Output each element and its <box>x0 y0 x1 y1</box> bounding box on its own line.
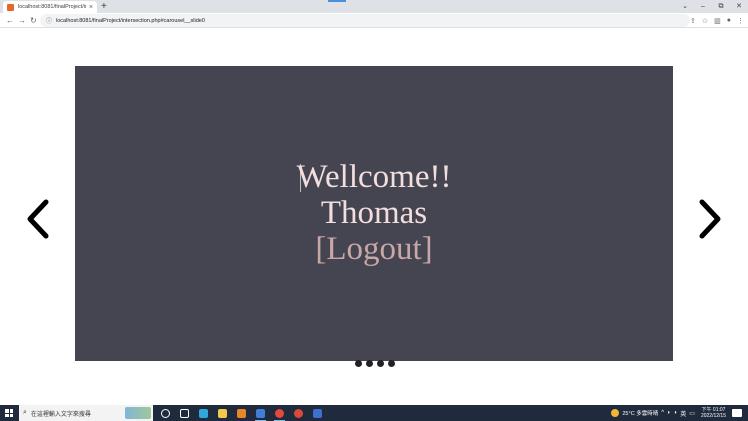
taskbar-file-explorer-icon[interactable] <box>213 405 232 421</box>
taskbar-task-view-icon[interactable] <box>175 405 194 421</box>
carousel-next-arrow-icon[interactable] <box>697 199 723 239</box>
taskbar-pinned-app-icon[interactable] <box>308 405 327 421</box>
system-tray: 25°C 多雲時晴 ^ ◗ ◖ 英 ▭ 下午 01:07 2022/12/15 <box>611 405 748 421</box>
taskbar-orange-app-icon[interactable] <box>232 405 251 421</box>
toolbar-actions: ⇪ ☆ ▥ ● ⋮ <box>690 13 744 28</box>
carousel-dot[interactable] <box>388 360 395 367</box>
restore-button[interactable]: ⧉ <box>712 0 730 13</box>
weather-text[interactable]: 25°C 多雲時晴 <box>622 409 658 417</box>
tab-title: localhost:8081/finalProject/int <box>18 4 86 10</box>
search-icon: ⌕ <box>23 409 27 416</box>
carousel-prev-arrow-icon[interactable] <box>25 199 51 239</box>
window-controls: ⌄ – ⧉ ✕ <box>676 0 748 13</box>
carousel-dot[interactable] <box>366 360 373 367</box>
profile-icon[interactable]: ● <box>727 17 731 24</box>
weather-icon[interactable] <box>611 409 620 417</box>
carousel-dot[interactable] <box>355 360 362 367</box>
taskbar-cortana-icon[interactable] <box>156 405 175 421</box>
network-icon[interactable]: ◗ <box>667 410 671 416</box>
taskbar-chrome-icon[interactable] <box>270 405 289 421</box>
tab-search-icon[interactable]: ⌄ <box>676 0 694 13</box>
carousel-indicators <box>355 360 395 367</box>
carousel-slide: Wellcome!! Thomas [Logout] <box>75 66 673 361</box>
logout-link[interactable]: [Logout] <box>75 231 673 267</box>
windows-taskbar: ⌕ 在這裡輸入文字來搜尋 25°C 多雲時晴 ^ ◗ ◖ 英 ▭ 下午 01:0… <box>0 405 748 421</box>
slide-caption: Wellcome!! Thomas [Logout] <box>75 159 673 267</box>
side-panel-icon[interactable]: ▥ <box>714 17 721 25</box>
windows-start-icon[interactable] <box>5 409 13 417</box>
notification-center-icon[interactable] <box>732 409 742 417</box>
tab-close-icon[interactable]: × <box>89 4 93 11</box>
browser-menu-icon[interactable]: ⋮ <box>737 17 744 25</box>
volume-icon[interactable]: ◖ <box>674 410 678 416</box>
search-placeholder: 在這裡輸入文字來搜尋 <box>30 411 91 418</box>
forward-button[interactable]: → <box>18 13 26 28</box>
browser-toolbar: ← → ↻ ⓘ localhost:8081/finalProject/inte… <box>0 13 748 28</box>
keyboard-icon[interactable]: ▭ <box>689 410 695 417</box>
minimize-button[interactable]: – <box>694 0 712 13</box>
taskbar-clock[interactable]: 下午 01:07 2022/12/15 <box>701 407 726 419</box>
web-page: Wellcome!! Thomas [Logout] <box>0 29 748 405</box>
search-highlight-image <box>125 407 151 419</box>
clock-date: 2022/12/15 <box>700 413 726 419</box>
taskbar-chrome-dev-icon[interactable] <box>251 405 270 421</box>
reload-button[interactable]: ↻ <box>30 13 37 28</box>
loading-indicator <box>328 0 346 2</box>
url-text[interactable]: localhost:8081/finalProject/intersection… <box>56 18 205 24</box>
new-tab-button[interactable]: + <box>101 1 107 12</box>
browser-tab[interactable]: localhost:8081/finalProject/int × <box>3 1 97 13</box>
carousel-dot[interactable] <box>377 360 384 367</box>
taskbar-edge-icon[interactable] <box>194 405 213 421</box>
ime-indicator[interactable]: 英 <box>680 409 686 418</box>
site-favicon-icon <box>7 3 14 11</box>
taskbar-apps <box>156 405 327 421</box>
tray-overflow-icon[interactable]: ^ <box>661 410 664 416</box>
taskbar-search-box[interactable]: ⌕ 在這裡輸入文字來搜尋 <box>19 405 153 421</box>
welcome-heading: Wellcome!! <box>296 159 452 195</box>
site-info-icon[interactable]: ⓘ <box>46 16 52 25</box>
browser-tab-strip: localhost:8081/finalProject/int × + ⌄ – … <box>0 0 748 13</box>
bookmark-star-icon[interactable]: ☆ <box>702 17 708 25</box>
back-button[interactable]: ← <box>6 13 14 28</box>
address-bar[interactable]: ⓘ localhost:8081/finalProject/intersecti… <box>40 14 690 27</box>
share-icon[interactable]: ⇪ <box>690 17 696 25</box>
taskbar-red-app-icon[interactable] <box>289 405 308 421</box>
close-window-button[interactable]: ✕ <box>730 0 748 13</box>
username-label: Thomas <box>320 195 428 231</box>
